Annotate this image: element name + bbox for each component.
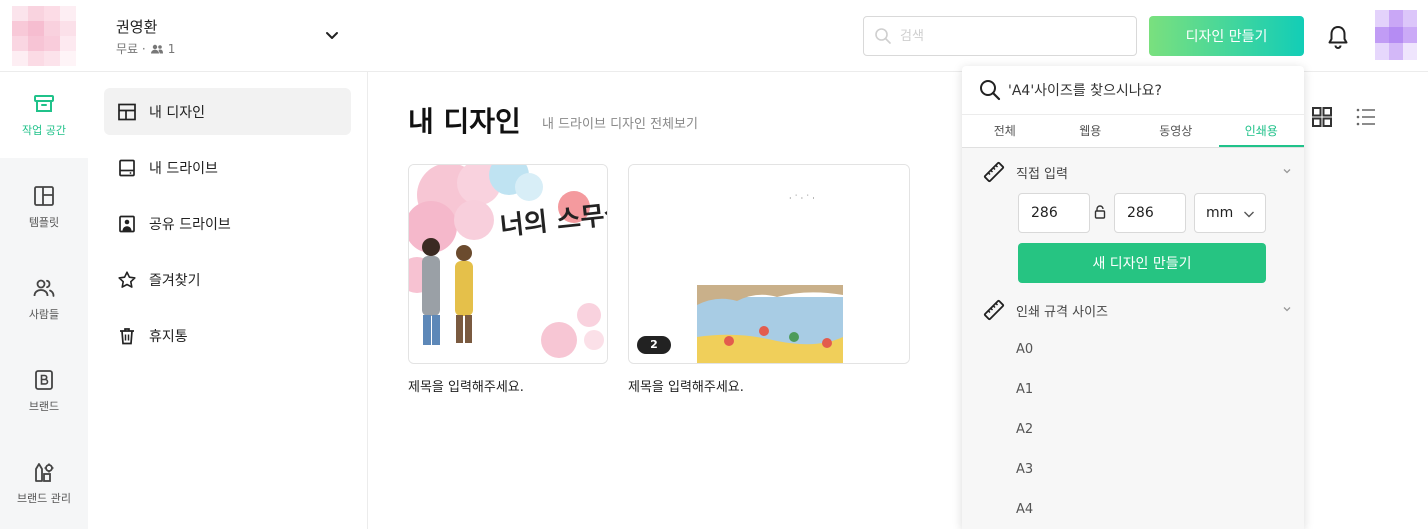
star-icon [118,270,136,288]
list-view-icon[interactable] [1355,106,1377,128]
rail-item-workspace[interactable]: 작업 공간 [0,72,88,158]
design-title[interactable]: 제목을 입력해주세요. [628,376,744,395]
nav-label: 공유 드라이브 [149,216,231,233]
tab-print[interactable]: 인쇄용 [1218,115,1304,147]
lock-icon[interactable] [1094,205,1106,219]
rail-item-brand-manage[interactable]: 브랜드 관리 [0,440,88,526]
tab-web[interactable]: 웹용 [1048,115,1134,147]
svg-text:· ˙ · ˙ ·: · ˙ · ˙ · [789,194,815,203]
section-label: 직접 입력 [1016,166,1068,182]
ruler-icon [983,299,1005,321]
nav-item-favorites[interactable]: 즐겨찾기 [104,256,351,303]
side-nav: 내 디자인 내 드라이브 공유 드라이브 즐겨찾기 휴지통 [88,72,368,529]
profile-avatar[interactable] [1375,10,1417,60]
unit-select[interactable]: mm [1194,193,1266,233]
page-title: 내 디자인 [408,105,521,138]
view-all-link[interactable]: 내 드라이브 디자인 전체보기 [542,113,698,132]
size-item-a1[interactable]: A1 [1016,382,1033,397]
tab-all[interactable]: 전체 [962,115,1048,147]
rail-label: 템플릿 [28,216,60,229]
design-title[interactable]: 제목을 입력해주세요. [408,376,524,395]
print-sizes-header[interactable]: 인쇄 규격 사이즈 [982,298,1292,322]
top-bar: 권영환 무료 · 1 디자인 만들기 [0,0,1428,72]
nav-item-my-designs[interactable]: 내 디자인 [104,88,351,135]
section-label: 인쇄 규격 사이즈 [1016,304,1108,320]
people-icon [150,44,163,53]
rail-label: 작업 공간 [22,124,66,137]
shared-drive-icon [119,215,135,232]
user-plan: 무료 · 1 [116,40,175,57]
height-input[interactable] [1114,193,1186,233]
search-box[interactable] [863,16,1137,56]
width-input[interactable] [1018,193,1090,233]
design-thumbnail: · ˙ · ˙ · [629,165,909,363]
chevron-down-icon[interactable] [322,26,342,46]
rail-label: 사람들 [28,308,60,321]
trash-icon [120,327,134,344]
brand-manage-icon [35,463,54,482]
category-tabs: 전체 웹용 동영상 인쇄용 [962,114,1304,148]
design-card[interactable]: · ˙ · ˙ · 2 [628,164,910,364]
chevron-down-icon [1244,211,1254,218]
size-search[interactable]: 'A4'사이즈를 찾으시나요? [962,66,1304,114]
drive-icon [119,159,135,176]
grid-view-icon[interactable] [1311,106,1333,128]
archive-box-icon [34,95,54,112]
workspace-avatar[interactable] [12,6,76,66]
page-count-badge: 2 [637,336,671,354]
nav-label: 내 드라이브 [149,160,218,177]
nav-label: 내 디자인 [149,104,205,121]
size-search-text: 'A4'사이즈를 찾으시나요? [1008,83,1162,99]
size-item-a2[interactable]: A2 [1016,422,1033,437]
left-rail: 작업 공간 템플릿 사람들 브랜드 브랜드 관리 [0,72,88,529]
design-thumbnail: 너의 스무살을 [409,165,607,363]
custom-size-header[interactable]: 직접 입력 [982,160,1292,184]
bell-icon[interactable] [1325,24,1351,50]
layout-icon [118,103,136,120]
layout-template-icon [34,186,54,206]
nav-label: 즐겨찾기 [149,272,201,289]
member-count: 1 [167,41,176,56]
nav-item-my-drive[interactable]: 내 드라이브 [104,144,351,191]
size-item-a4[interactable]: A4 [1016,502,1033,517]
search-icon [980,80,1001,101]
search-input[interactable] [900,28,1120,44]
chevron-down-icon [1283,169,1291,174]
tab-video[interactable]: 동영상 [1133,115,1219,147]
nav-item-shared-drive[interactable]: 공유 드라이브 [104,200,351,247]
user-name: 권영환 [116,18,158,36]
people-icon [33,279,55,297]
ruler-icon [983,161,1005,183]
brand-b-icon [35,370,53,390]
nav-item-trash[interactable]: 휴지통 [104,312,351,359]
unit-value: mm [1206,205,1234,221]
search-icon [875,28,891,44]
rail-item-people[interactable]: 사람들 [0,256,88,342]
create-design-dropdown: 'A4'사이즈를 찾으시나요? 전체 웹용 동영상 인쇄용 직접 입력 mm 새… [962,66,1304,529]
size-item-a3[interactable]: A3 [1016,462,1033,477]
rail-item-brand[interactable]: 브랜드 [0,348,88,434]
rail-label: 브랜드 관리 [16,492,72,505]
plan-label: 무료 · [116,42,146,56]
size-item-a0[interactable]: A0 [1016,342,1033,357]
rail-item-templates[interactable]: 템플릿 [0,164,88,250]
chevron-down-icon [1283,307,1291,312]
create-design-button[interactable]: 디자인 만들기 [1149,16,1304,56]
nav-label: 휴지통 [149,328,188,345]
design-card[interactable]: 너의 스무살을 [408,164,608,364]
rail-label: 브랜드 [28,400,60,413]
new-design-button[interactable]: 새 디자인 만들기 [1018,243,1266,283]
